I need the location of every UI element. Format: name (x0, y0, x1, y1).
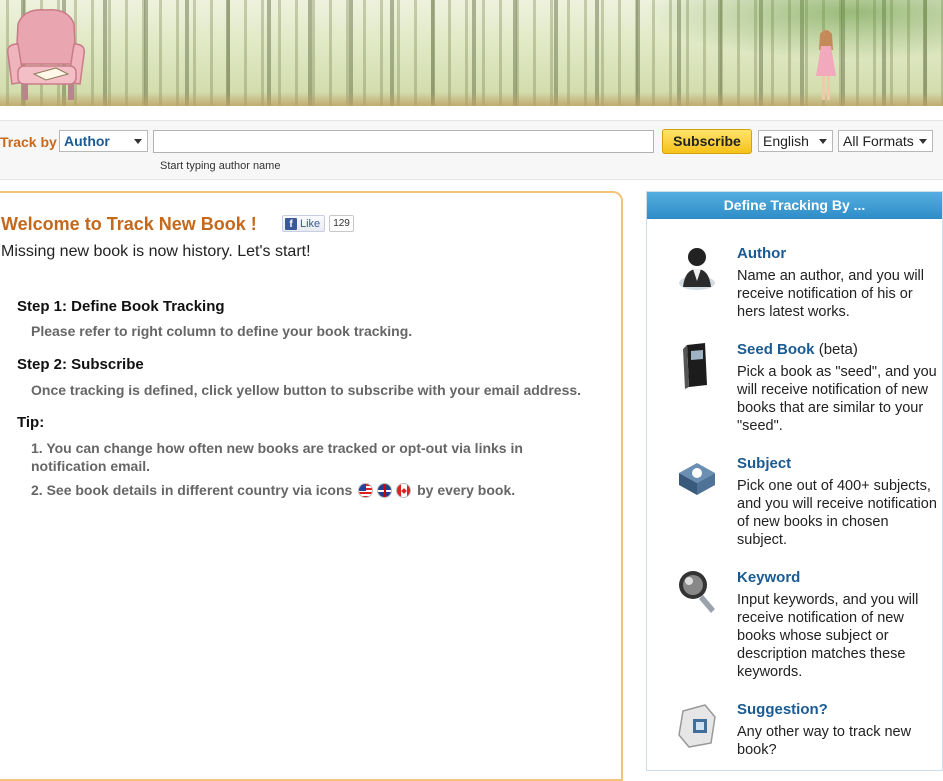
chevron-down-icon (134, 139, 142, 144)
option-description: Name an author, and you will receive not… (737, 268, 924, 320)
language-select[interactable]: English (758, 130, 833, 152)
forest-canopy (643, 0, 943, 60)
step1-title: Step 1: Define Book Tracking (17, 298, 225, 315)
track-bar: Track by Author Start typing author name… (0, 120, 943, 180)
header-banner (0, 0, 943, 106)
forest-ground (0, 92, 943, 106)
format-value: All Formats (843, 133, 914, 149)
facebook-like-widget: f Like 129 (282, 214, 354, 233)
subscribe-button[interactable]: Subscribe (662, 129, 752, 154)
author-search-input[interactable] (153, 130, 654, 153)
option-title: Subject (737, 455, 792, 472)
track-type-select[interactable]: Author (59, 130, 148, 152)
option-description: Pick a book as "seed", and you will rece… (737, 364, 937, 434)
language-value: English (763, 133, 809, 149)
suggestion-icon (678, 704, 716, 748)
option-title: Suggestion? (737, 701, 828, 718)
chevron-down-icon (919, 139, 927, 144)
author-icon (679, 248, 715, 290)
facebook-like-count: 129 (329, 215, 354, 232)
armchair-illustration (6, 9, 86, 100)
option-title: Author (737, 245, 787, 262)
track-type-value: Author (64, 133, 110, 149)
step2-title: Step 2: Subscribe (17, 356, 144, 373)
option-description: Input keywords, and you will receive not… (737, 592, 919, 680)
tip-2: 2. See book details in different country… (31, 481, 591, 499)
facebook-icon: f (285, 217, 297, 230)
uk-flag-icon (377, 483, 393, 498)
option-description: Pick one out of 400+ subjects, and you w… (737, 478, 937, 548)
girl-illustration (816, 30, 836, 100)
option-title: Seed Book (beta) (737, 341, 858, 358)
option-description: Any other way to track new book? (737, 724, 912, 758)
chevron-down-icon (819, 139, 827, 144)
tip-2-text-end: by every book. (417, 482, 516, 498)
step1-body: Please refer to right column to define y… (31, 323, 413, 339)
define-tracking-sidebar: Define Tracking By ... Author Name an au… (646, 191, 943, 771)
tip-1: 1. You can change how often new books ar… (31, 440, 523, 474)
facebook-like-label: Like (300, 217, 321, 230)
sidebar-header: Define Tracking By ... (647, 192, 942, 219)
welcome-title: Welcome to Track New Book ! (1, 214, 257, 234)
tip-title: Tip: (17, 414, 45, 431)
step2-body: Once tracking is defined, click yellow b… (31, 382, 582, 398)
tagline: Missing new book is now history. Let's s… (1, 243, 311, 260)
us-flag-icon (358, 483, 374, 498)
option-title: Keyword (737, 569, 801, 586)
subject-icon (679, 463, 715, 495)
tip-2-text-start: 2. See book details in different country… (31, 482, 353, 498)
facebook-like-button[interactable]: f Like (282, 215, 326, 232)
welcome-panel: Welcome to Track New Book ! f Like 129 M… (0, 191, 623, 781)
keyword-magnifier-icon (679, 571, 715, 613)
format-select[interactable]: All Formats (838, 130, 933, 152)
search-hint: Start typing author name (160, 160, 281, 172)
canada-flag-icon (396, 483, 412, 498)
track-by-label: Track by (0, 134, 57, 150)
seed-book-icon (683, 343, 707, 389)
